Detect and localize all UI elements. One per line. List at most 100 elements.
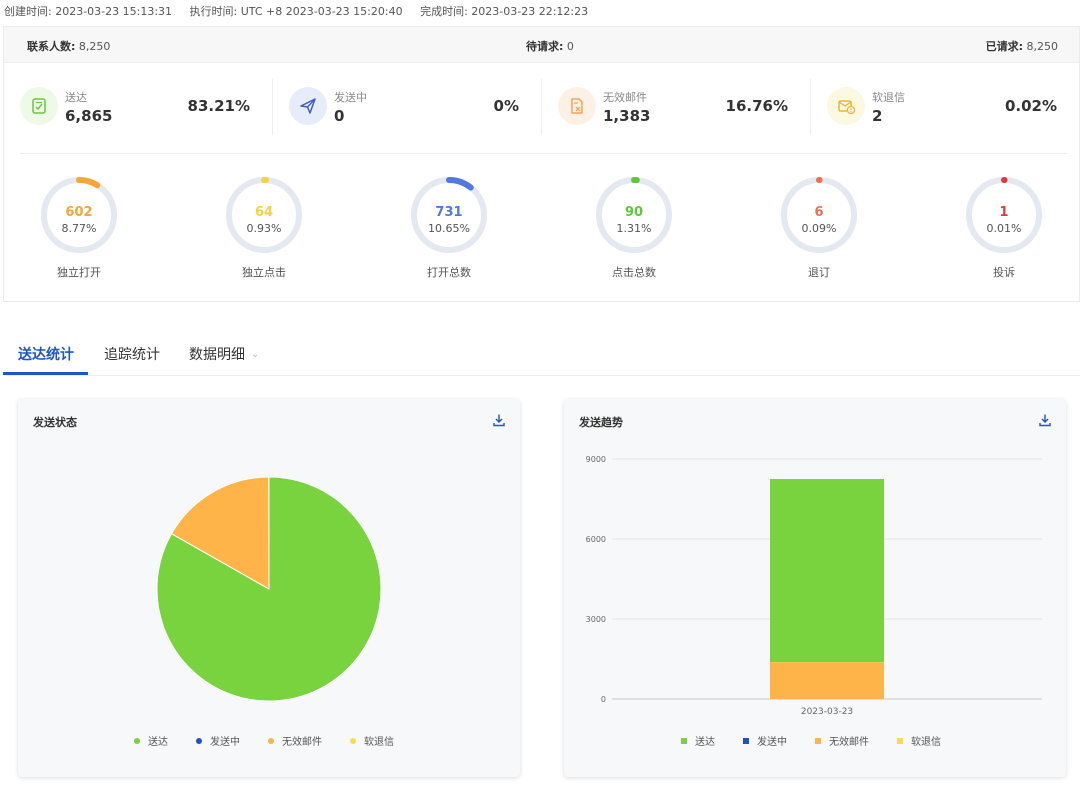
ring-count: 1 (999, 205, 1009, 220)
download-icon[interactable] (1038, 413, 1052, 427)
ring-count: 602 (65, 205, 93, 220)
summary-panel: 联系人数: 8,250 待请求: 0 已请求: 8,250 送达 6,865 8… (3, 26, 1080, 302)
chevron-down-icon: ⌄ (251, 349, 260, 360)
executed-time: 执行时间: UTC +8 2023-03-23 15:20:40 (189, 5, 403, 18)
stat-label: 送达 (65, 91, 87, 104)
bar-legend: 送达 发送中 无效邮件 软退信 (681, 733, 941, 748)
legend-swatch (134, 737, 140, 744)
card-title: 发送状态 (33, 416, 77, 429)
legend-swatch (350, 737, 356, 744)
ring-unique-opens: 602 8.77% 独立打开 (34, 175, 124, 279)
legend-label: 软退信 (911, 737, 941, 748)
legend-swatch (815, 737, 821, 744)
ring-label: 独立打开 (57, 266, 101, 279)
y-tick-label: 6000 (586, 535, 606, 544)
mail-warning-icon (827, 87, 865, 125)
legend-swatch (897, 737, 903, 744)
created-time: 创建时间: 2023-03-23 15:13:31 (4, 5, 173, 18)
completed-time: 完成时间: 2023-03-23 22:12:23 (420, 5, 589, 18)
ring-label: 点击总数 (612, 266, 656, 279)
contacts-count: 联系人数: 8,250 (27, 40, 111, 53)
send-status-card: 发送状态 送达 发送中 无效邮件 软退信 (18, 399, 520, 777)
x-tick-label: 2023-03-23 (801, 707, 853, 717)
divider (272, 79, 273, 135)
legend-label: 无效邮件 (282, 737, 322, 748)
download-icon[interactable] (492, 413, 506, 427)
requested-count: 已请求: 8,250 (985, 40, 1058, 53)
ring-label: 退订 (808, 266, 830, 279)
legend-label: 软退信 (364, 737, 394, 748)
active-tab-indicator (3, 372, 88, 375)
stat-delivered: 送达 6,865 83.21% (20, 79, 250, 137)
legend-swatch (681, 737, 687, 744)
legend-item-sending[interactable]: 发送中 (743, 733, 787, 748)
legend-swatch (268, 737, 274, 744)
ring-percent: 0.09% (801, 222, 837, 235)
stat-value: 0 (334, 107, 345, 125)
pending-count: 待请求: 0 (526, 40, 574, 53)
legend-item-delivered[interactable]: 送达 (134, 733, 168, 748)
section-divider (20, 153, 1067, 154)
y-tick-label: 0 (601, 695, 606, 704)
tab-label: 数据明细 (189, 347, 245, 363)
ring-percent: 0.01% (986, 222, 1022, 235)
legend-item-soft-bounce[interactable]: 软退信 (897, 733, 941, 748)
ring-percent: 1.31% (616, 222, 652, 235)
bar-chart: 0 3000 6000 9000 2023-03-23 (586, 455, 1042, 717)
send-trend-card: 发送趋势 0 3000 6000 9000 2023-03-23 送达 发送中 无效邮件… (564, 399, 1066, 777)
pie-chart (156, 476, 382, 702)
stat-percent: 83.21% (187, 97, 250, 115)
legend-label: 发送中 (757, 737, 787, 748)
tab-data-details[interactable]: 数据明细 ⌄ (189, 344, 259, 364)
y-tick-label: 3000 (586, 615, 606, 624)
legend-item-sending[interactable]: 发送中 (196, 733, 240, 748)
paper-plane-icon (289, 87, 327, 125)
ring-count: 6 (814, 205, 824, 220)
tab-delivery-stats[interactable]: 送达统计 (18, 344, 74, 364)
ring-unsubscribes: 6 0.09% 退订 (774, 175, 864, 279)
ring-total-opens: 731 10.65% 打开总数 (404, 175, 494, 279)
pie-legend: 送达 发送中 无效邮件 软退信 (134, 733, 394, 748)
ring-total-clicks: 90 1.31% 点击总数 (589, 175, 679, 279)
ring-percent: 10.65% (428, 222, 470, 235)
ring-label: 打开总数 (427, 266, 471, 279)
ring-percent: 8.77% (61, 222, 97, 235)
stat-sending: 发送中 0 0% (289, 79, 519, 137)
legend-label: 送达 (695, 737, 715, 748)
legend-item-soft-bounce[interactable]: 软退信 (350, 733, 394, 748)
divider (810, 79, 811, 135)
legend-swatch (743, 737, 749, 744)
ring-count: 64 (254, 205, 274, 220)
bar-segment-0[interactable] (770, 479, 884, 663)
y-tick-label: 9000 (586, 455, 606, 464)
stat-value: 1,383 (603, 107, 651, 125)
ring-label: 独立点击 (242, 266, 286, 279)
tab-tracking-stats[interactable]: 追踪统计 (104, 344, 160, 364)
stat-invalid: 无效邮件 1,383 16.76% (558, 79, 788, 137)
ring-count: 731 (435, 205, 463, 220)
legend-label: 送达 (148, 737, 168, 748)
stat-label: 软退信 (872, 91, 905, 104)
card-title: 发送趋势 (579, 416, 623, 429)
legend-swatch (196, 737, 202, 744)
stat-soft-bounce: 软退信 2 0.02% (827, 79, 1057, 137)
stat-label: 发送中 (334, 91, 367, 104)
stat-value: 6,865 (65, 107, 113, 125)
stats-tabs: 送达统计 追踪统计 数据明细 ⌄ (3, 336, 1080, 376)
stat-percent: 16.76% (725, 97, 788, 115)
stat-value: 2 (872, 107, 883, 125)
bar-segment-3[interactable] (770, 662, 884, 663)
stat-label: 无效邮件 (603, 91, 647, 104)
request-bar: 联系人数: 8,250 待请求: 0 已请求: 8,250 (4, 27, 1079, 63)
legend-item-invalid[interactable]: 无效邮件 (815, 733, 869, 748)
ring-complaints: 1 0.01% 投诉 (959, 175, 1049, 279)
file-x-icon (558, 87, 596, 125)
ring-count: 90 (624, 205, 644, 220)
ring-unique-clicks: 64 0.93% 独立点击 (219, 175, 309, 279)
ring-label: 投诉 (993, 266, 1015, 279)
legend-label: 无效邮件 (829, 737, 869, 748)
bar-segment-2[interactable] (770, 662, 884, 699)
legend-item-invalid[interactable]: 无效邮件 (268, 733, 322, 748)
legend-item-delivered[interactable]: 送达 (681, 733, 715, 748)
timestamps-line: 创建时间: 2023-03-23 15:13:31 执行时间: UTC +8 2… (4, 3, 602, 19)
